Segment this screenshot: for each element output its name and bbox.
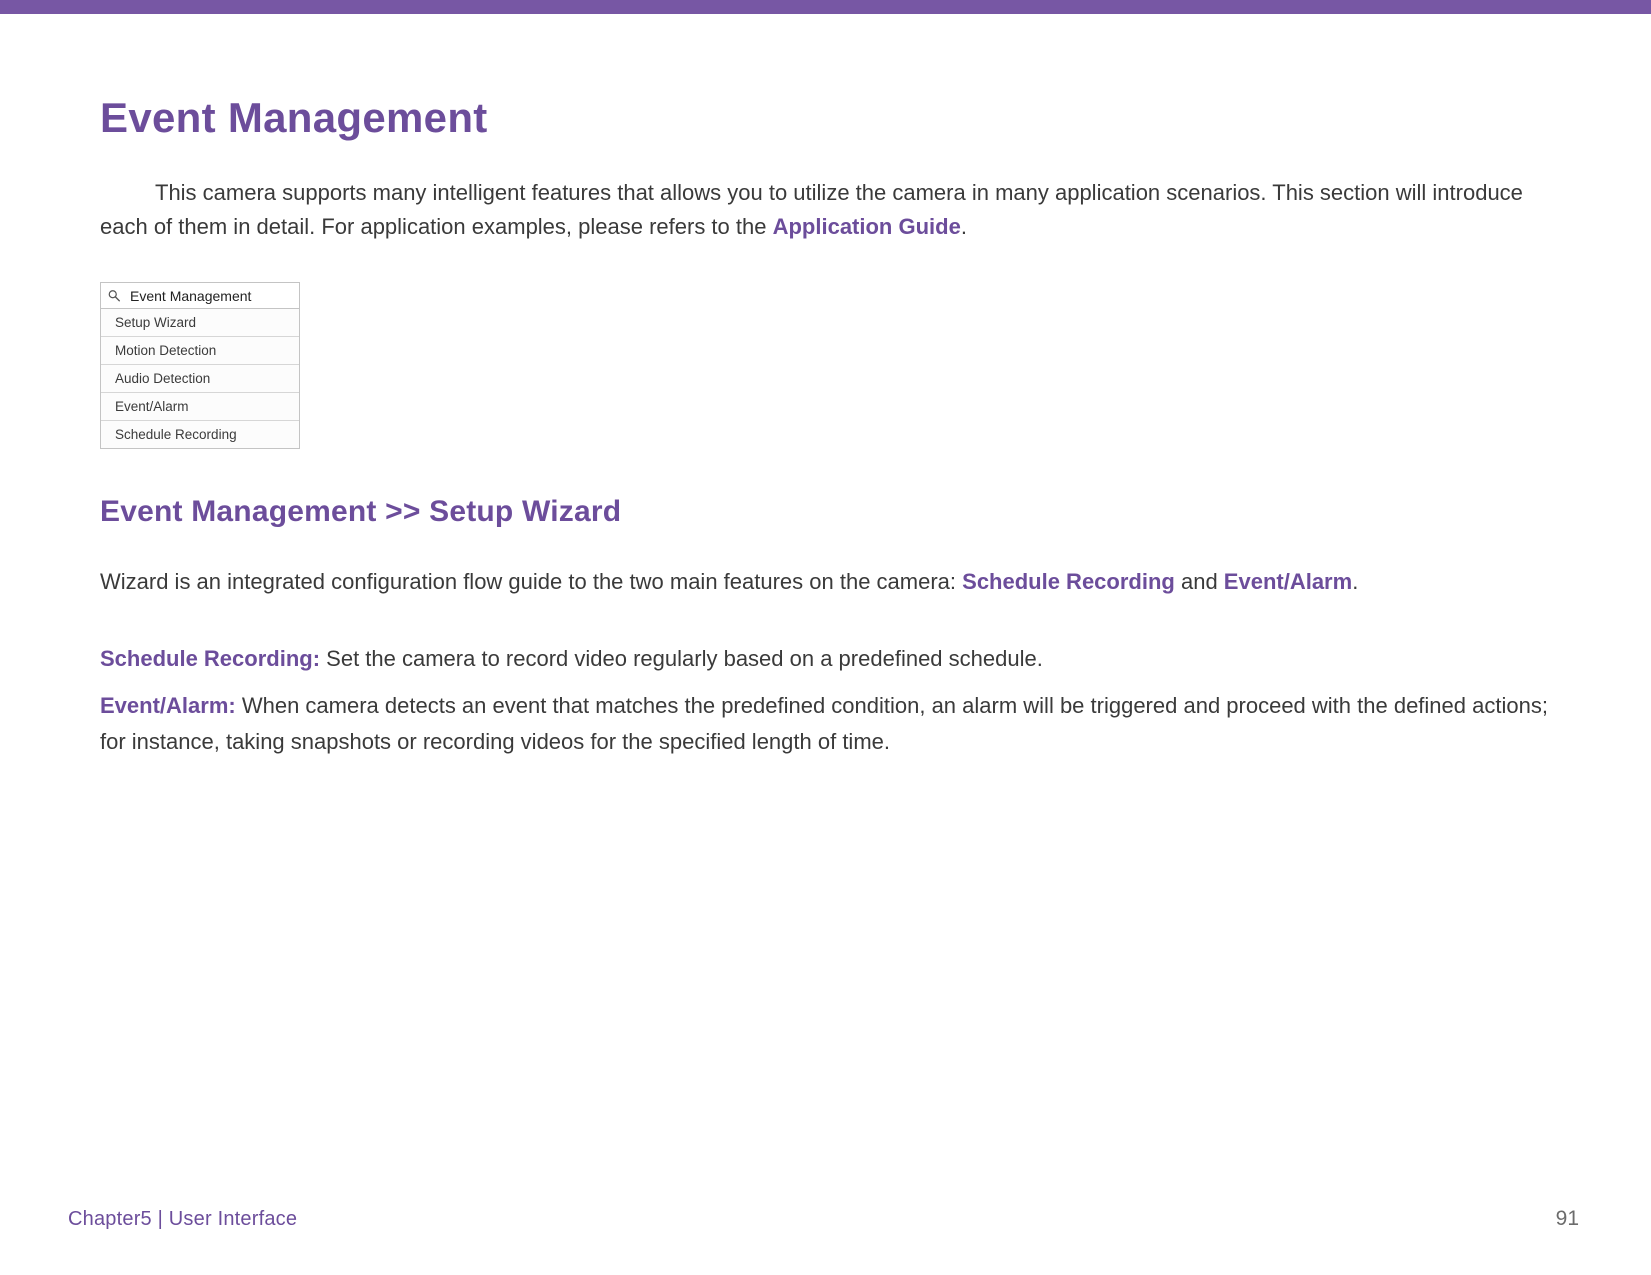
page-title: Event Management bbox=[100, 94, 1551, 142]
footer-page-number: 91 bbox=[1556, 1207, 1579, 1231]
definition-event-alarm: Event/Alarm: When camera detects an even… bbox=[100, 688, 1551, 758]
panel-item-schedule-recording[interactable]: Schedule Recording bbox=[101, 421, 299, 448]
event-management-panel: Event Management Setup Wizard Motion Det… bbox=[100, 282, 300, 449]
def-text-1: When camera detects an event that matche… bbox=[100, 693, 1548, 753]
def-text-0: Set the camera to record video regularly… bbox=[320, 646, 1043, 671]
intro-text-b: . bbox=[961, 214, 967, 239]
wizard-text-c: . bbox=[1352, 569, 1358, 594]
wizard-text-a: Wizard is an integrated configuration fl… bbox=[100, 569, 962, 594]
intro-paragraph: This camera supports many intelligent fe… bbox=[100, 176, 1551, 244]
wizard-paragraph: Wizard is an integrated configuration fl… bbox=[100, 565, 1551, 599]
panel-header[interactable]: Event Management bbox=[101, 283, 299, 309]
schedule-recording-link[interactable]: Schedule Recording bbox=[962, 569, 1175, 594]
panel-item-event-alarm[interactable]: Event/Alarm bbox=[101, 393, 299, 421]
panel-item-audio-detection[interactable]: Audio Detection bbox=[101, 365, 299, 393]
term-event-alarm: Event/Alarm: bbox=[100, 693, 236, 718]
page-footer: Chapter5 | User Interface 91 bbox=[0, 1207, 1651, 1231]
panel-header-label: Event Management bbox=[130, 288, 251, 304]
page-body: Event Management This camera supports ma… bbox=[0, 14, 1651, 759]
term-schedule-recording: Schedule Recording: bbox=[100, 646, 320, 671]
top-accent-bar bbox=[0, 0, 1651, 14]
panel-item-setup-wizard[interactable]: Setup Wizard bbox=[101, 309, 299, 337]
definition-schedule-recording: Schedule Recording: Set the camera to re… bbox=[100, 641, 1551, 676]
application-guide-link[interactable]: Application Guide bbox=[773, 214, 961, 239]
event-alarm-link[interactable]: Event/Alarm bbox=[1224, 569, 1352, 594]
footer-chapter: Chapter5 | User Interface bbox=[68, 1208, 297, 1231]
panel-item-motion-detection[interactable]: Motion Detection bbox=[101, 337, 299, 365]
section-title: Event Management >> Setup Wizard bbox=[100, 495, 1551, 529]
wizard-text-b: and bbox=[1175, 569, 1224, 594]
magnifier-icon bbox=[107, 289, 122, 303]
